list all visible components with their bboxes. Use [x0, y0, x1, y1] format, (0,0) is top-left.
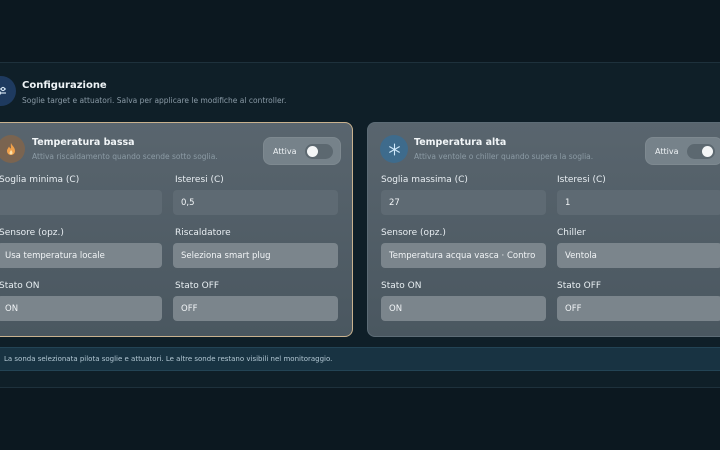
toggle-label: Attiva [273, 146, 297, 156]
toggle-knob [307, 146, 318, 157]
toggle-label: Attiva [655, 146, 679, 156]
card-subtitle: Attiva ventole o chiller quando supera l… [414, 152, 594, 161]
flame-icon [0, 135, 25, 163]
chiller-label: Chiller [557, 228, 586, 238]
threshold-min-input[interactable] [0, 190, 162, 215]
state-on-label: Stato ON [0, 281, 40, 291]
card-subtitle: Attiva riscaldamento quando scende sotto… [32, 152, 218, 161]
chiller-select[interactable]: Ventola [557, 243, 720, 268]
snowflake-icon [380, 135, 408, 163]
info-banner: La sonda selezionata pilota soglie e att… [0, 347, 720, 371]
hysteresis-input[interactable]: 1 [557, 190, 720, 215]
heater-label: Riscaldatore [175, 228, 231, 238]
info-text: La sonda selezionata pilota soglie e att… [4, 355, 333, 363]
sensor-label: Sensore (opz.) [0, 228, 64, 238]
card-title: Temperatura bassa [32, 137, 135, 148]
high-temperature-card: Temperatura alta Attiva ventole o chille… [367, 122, 720, 337]
heater-select[interactable]: Seleziona smart plug [173, 243, 338, 268]
state-off-label: Stato OFF [557, 281, 602, 291]
sensor-label: Sensore (opz.) [381, 228, 446, 238]
state-off-select[interactable]: OFF [173, 296, 338, 321]
state-off-select[interactable]: OFF [557, 296, 720, 321]
card-title: Temperatura alta [414, 137, 507, 148]
hysteresis-label: Isteresi (C) [175, 175, 224, 185]
page-title: Configurazione [22, 80, 107, 91]
sensor-select[interactable]: Usa temperatura locale [0, 243, 162, 268]
sensor-select[interactable]: Temperatura acqua vasca · Contro [381, 243, 546, 268]
toggle-switch[interactable] [687, 144, 715, 159]
state-on-label: Stato ON [381, 281, 422, 291]
hysteresis-label: Isteresi (C) [557, 175, 606, 185]
threshold-label: Soglia massima (C) [381, 175, 468, 185]
active-toggle[interactable]: Attiva [645, 137, 720, 165]
toggle-switch[interactable] [305, 144, 333, 159]
threshold-max-input[interactable]: 27 [381, 190, 546, 215]
active-toggle[interactable]: Attiva [263, 137, 341, 165]
hysteresis-input[interactable]: 0,5 [173, 190, 338, 215]
low-temperature-card: Temperatura bassa Attiva riscaldamento q… [0, 122, 353, 337]
state-on-select[interactable]: ON [0, 296, 162, 321]
state-off-label: Stato OFF [175, 281, 220, 291]
threshold-label: Soglia minima (C) [0, 175, 80, 185]
state-on-select[interactable]: ON [381, 296, 546, 321]
page-subtitle: Soglie target e attuatori. Salva per app… [22, 96, 287, 105]
toggle-knob [702, 146, 713, 157]
